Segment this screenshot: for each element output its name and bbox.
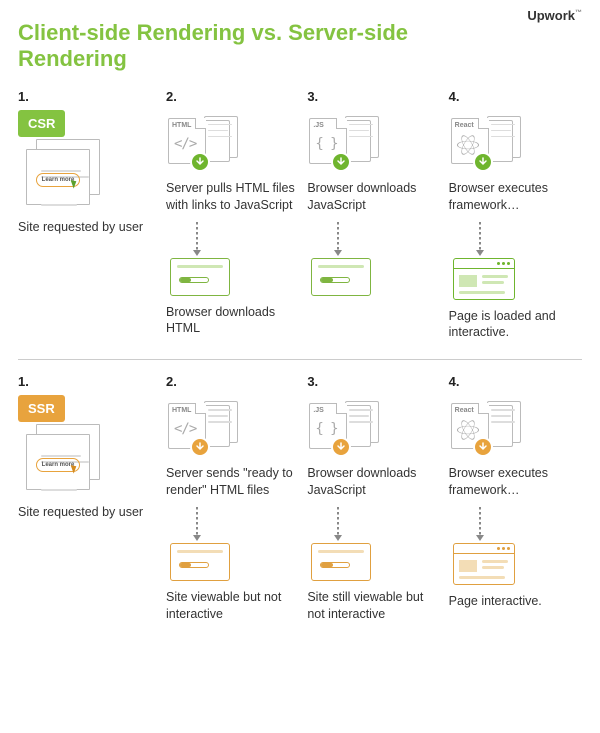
download-icon [190, 437, 210, 457]
file-label: HTML [172, 122, 191, 129]
step-caption: Site viewable but not interactive [166, 589, 299, 623]
file-label: React [455, 407, 474, 414]
download-icon [473, 437, 493, 457]
step-caption: Site still viewable but not interactive [307, 589, 440, 623]
ssr-step-2: 2. HTML </> Server sends "ready to rende… [166, 374, 299, 623]
js-files-icon: .JS { } [307, 112, 385, 168]
step-number: 1. [18, 374, 29, 389]
arrow-down-icon [479, 222, 481, 252]
step-caption: Server pulls HTML files with links to Ja… [166, 180, 299, 214]
site-request-icon: Learn more [18, 424, 100, 496]
step-caption: Browser executes framework… [449, 465, 582, 499]
step-caption: Site requested by user [18, 219, 143, 236]
react-atom-icon [457, 134, 479, 156]
step-caption: Page interactive. [449, 593, 542, 610]
step-number: 2. [166, 89, 177, 104]
arrow-down-icon [196, 507, 198, 537]
step-number: 3. [307, 89, 318, 104]
braces-glyph-icon: { } [315, 136, 337, 152]
page-loaded-icon [453, 258, 515, 300]
upwork-logo: Upwork™ [527, 8, 582, 23]
file-label: React [455, 122, 474, 129]
code-glyph-icon: </> [174, 421, 196, 437]
csr-step-2: 2. HTML </> Server pulls HTML files with… [166, 89, 299, 342]
ssr-step-4: 4. React Browser executes framework… Pag… [449, 374, 582, 623]
step-caption: Page is loaded and interactive. [449, 308, 582, 342]
ssr-step-1: 1. SSR Learn more Site requested by user [18, 374, 158, 623]
js-files-icon: .JS { } [307, 397, 385, 453]
step-caption: Browser downloads JavaScript [307, 465, 440, 499]
step-caption: Server sends "ready to render" HTML file… [166, 465, 299, 499]
browser-loading-icon [170, 543, 230, 581]
ssr-badge: SSR [18, 395, 65, 422]
step-caption: Browser executes framework… [449, 180, 582, 214]
csr-step-3: 3. .JS { } Browser downloads JavaScript [307, 89, 440, 342]
page-loaded-icon [453, 543, 515, 585]
browser-loading-icon [311, 543, 371, 581]
csr-step-4: 4. React Browser executes framework… Pag… [449, 89, 582, 342]
csr-badge: CSR [18, 110, 65, 137]
step-caption: Site requested by user [18, 504, 143, 521]
csr-step-1: 1. CSR Learn more Site requested by user [18, 89, 158, 342]
arrow-down-icon [479, 507, 481, 537]
braces-glyph-icon: { } [315, 421, 337, 437]
code-glyph-icon: </> [174, 136, 196, 152]
download-icon [331, 152, 351, 172]
step-caption: Browser downloads JavaScript [307, 180, 440, 214]
arrow-down-icon [196, 222, 198, 252]
step-caption: Browser downloads HTML [166, 304, 299, 338]
csr-section: 1. CSR Learn more Site requested by user… [18, 89, 582, 342]
step-number: 3. [307, 374, 318, 389]
site-request-icon: Learn more [18, 139, 100, 211]
arrow-down-icon [337, 222, 339, 252]
file-label: .JS [313, 122, 324, 129]
logo-text: Upwork [527, 8, 575, 23]
step-number: 4. [449, 89, 460, 104]
ssr-step-3: 3. .JS { } Browser downloads JavaScript … [307, 374, 440, 623]
logo-tm: ™ [575, 10, 582, 17]
html-files-icon: HTML </> [166, 397, 244, 453]
download-icon [190, 152, 210, 172]
react-files-icon: React [449, 112, 527, 168]
arrow-down-icon [337, 507, 339, 537]
file-label: .JS [313, 407, 324, 414]
download-icon [331, 437, 351, 457]
download-icon [473, 152, 493, 172]
page-title: Client-side Rendering vs. Server-side Re… [18, 20, 438, 73]
browser-loading-icon [170, 258, 230, 296]
react-files-icon: React [449, 397, 527, 453]
html-files-icon: HTML </> [166, 112, 244, 168]
step-number: 2. [166, 374, 177, 389]
file-label: HTML [172, 407, 191, 414]
browser-loading-icon [311, 258, 371, 296]
react-atom-icon [457, 419, 479, 441]
step-number: 4. [449, 374, 460, 389]
section-divider [18, 359, 582, 360]
ssr-section: 1. SSR Learn more Site requested by user… [18, 374, 582, 623]
step-number: 1. [18, 89, 29, 104]
